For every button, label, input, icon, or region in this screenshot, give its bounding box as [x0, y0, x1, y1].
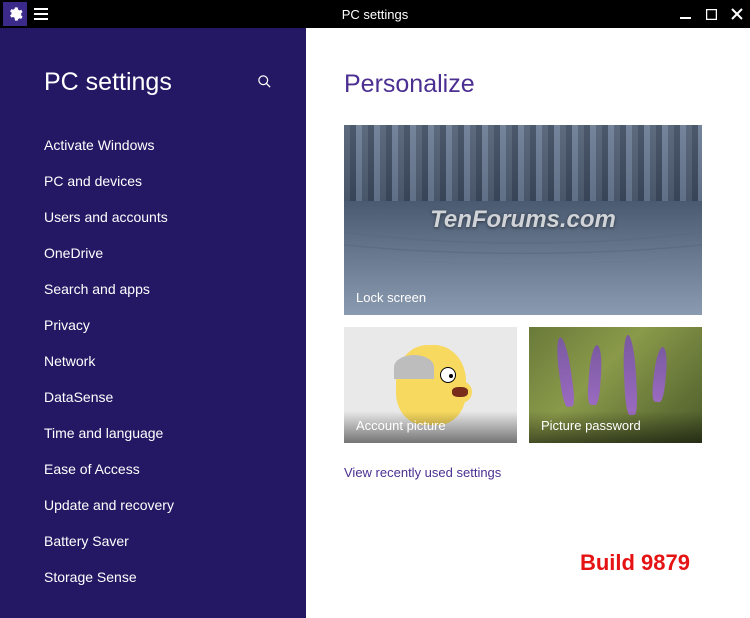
close-button[interactable] [724, 0, 750, 28]
sidebar-header: PC settings [0, 68, 306, 97]
sidebar-item-ease-of-access[interactable]: Ease of Access [0, 451, 306, 487]
sidebar-item-label: OneDrive [44, 245, 103, 261]
sidebar-item-privacy[interactable]: Privacy [0, 307, 306, 343]
sidebar-item-storage-sense[interactable]: Storage Sense [0, 559, 306, 595]
search-icon [257, 74, 272, 89]
sidebar-item-label: Privacy [44, 317, 90, 333]
maximize-button[interactable] [698, 0, 724, 28]
close-icon [731, 8, 743, 20]
watermark-text: TenForums.com [430, 206, 616, 234]
window-title: PC settings [342, 7, 408, 22]
sidebar-item-update-and-recovery[interactable]: Update and recovery [0, 487, 306, 523]
sidebar-item-activate-windows[interactable]: Activate Windows [0, 127, 306, 163]
build-label: Build 9879 [580, 550, 690, 576]
tile-account-picture[interactable]: Account picture [344, 327, 517, 443]
sidebar-item-time-and-language[interactable]: Time and language [0, 415, 306, 451]
sidebar-item-label: Activate Windows [44, 137, 154, 153]
tile-lock-screen[interactable]: TenForums.com Lock screen [344, 125, 702, 315]
minimize-button[interactable] [672, 0, 698, 28]
sidebar-item-label: Battery Saver [44, 533, 129, 549]
tile-label: Picture password [541, 418, 641, 433]
sidebar-item-label: DataSense [44, 389, 113, 405]
maximize-icon [706, 9, 717, 20]
page-title: Personalize [344, 70, 712, 99]
search-button[interactable] [257, 74, 272, 92]
tile-label: Account picture [356, 418, 446, 433]
sidebar-item-label: Users and accounts [44, 209, 168, 225]
sidebar-item-label: Storage Sense [44, 569, 137, 585]
app-gear-button[interactable] [3, 2, 27, 26]
sidebar-item-datasense[interactable]: DataSense [0, 379, 306, 415]
sidebar-item-label: Time and language [44, 425, 163, 441]
minimize-icon [680, 9, 691, 20]
sidebar-item-onedrive[interactable]: OneDrive [0, 235, 306, 271]
sidebar-item-label: Network [44, 353, 95, 369]
sidebar-item-users-and-accounts[interactable]: Users and accounts [0, 199, 306, 235]
main-content: Personalize TenForums.com Lock screen Ac… [306, 28, 750, 618]
sidebar-item-label: Ease of Access [44, 461, 140, 477]
tile-label: Lock screen [356, 290, 426, 305]
sidebar-item-search-and-apps[interactable]: Search and apps [0, 271, 306, 307]
sidebar-item-battery-saver[interactable]: Battery Saver [0, 523, 306, 559]
sidebar-item-network[interactable]: Network [0, 343, 306, 379]
sidebar-title: PC settings [44, 68, 172, 97]
view-recent-settings-link[interactable]: View recently used settings [344, 465, 501, 480]
sidebar-item-pc-and-devices[interactable]: PC and devices [0, 163, 306, 199]
titlebar: PC settings [0, 0, 750, 28]
sidebar-item-label: PC and devices [44, 173, 142, 189]
tile-picture-password[interactable]: Picture password [529, 327, 702, 443]
sidebar: PC settings Activate Windows PC and devi… [0, 28, 306, 618]
window-controls [672, 0, 750, 28]
sidebar-item-label: Update and recovery [44, 497, 174, 513]
hamburger-menu[interactable] [27, 0, 55, 28]
hamburger-icon [34, 8, 48, 20]
sidebar-item-label: Search and apps [44, 281, 150, 297]
gear-icon [7, 6, 23, 22]
